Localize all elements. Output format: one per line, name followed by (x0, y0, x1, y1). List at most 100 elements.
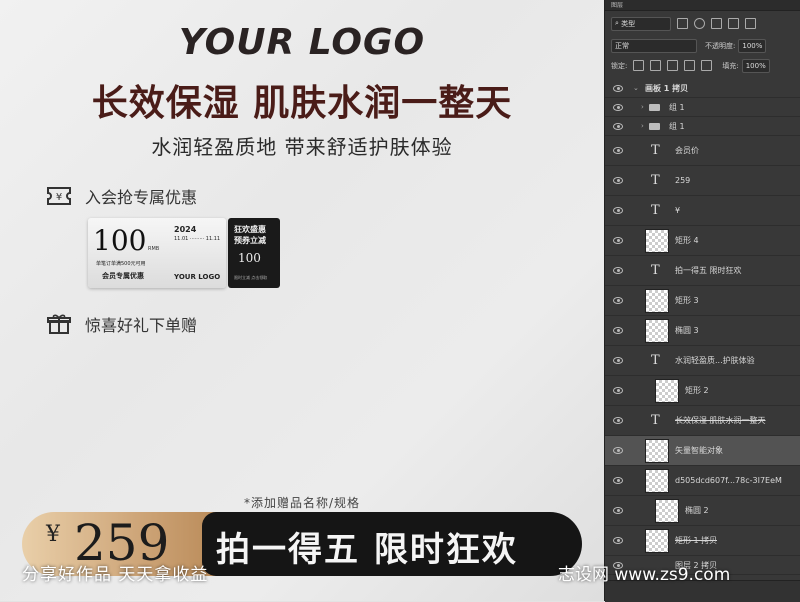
lock-move-icon[interactable] (667, 60, 679, 71)
coupon-year: 2024 (174, 225, 197, 234)
coupon-main: 100 RMB 2024 11.01 ········· 11.11 单笔订单满… (88, 218, 226, 288)
coupon-card: 100 RMB 2024 11.01 ········· 11.11 单笔订单满… (88, 218, 280, 288)
fill-input[interactable]: 100% (741, 58, 770, 73)
gift-icon (45, 312, 73, 336)
coupon-dates: 11.01 ········· 11.11 (174, 236, 221, 242)
filter-adjust-icon[interactable] (694, 18, 705, 29)
layer-row[interactable]: T 拍一得五 限时狂欢 (605, 256, 800, 286)
coupon-stub-amount: 100 (238, 251, 261, 265)
visibility-eye-icon[interactable] (613, 147, 623, 154)
layer-row[interactable]: T 会员价 (605, 136, 800, 166)
lock-pixels-icon[interactable] (633, 60, 645, 71)
headline: 长效保湿 肌肤水润一整天 (91, 82, 513, 124)
text-layer-icon: T (651, 203, 660, 218)
coupon-stub: 狂欢盛惠 预券立减 100 限时立减 点击领取 (228, 218, 280, 288)
visibility-eye-icon[interactable] (613, 297, 623, 304)
layer-row[interactable]: 矩形 2 (605, 376, 800, 406)
filter-shape-icon[interactable] (728, 18, 739, 29)
filter-kind-select[interactable]: ⌕ 类型 (611, 16, 671, 31)
filter-smart-icon[interactable] (745, 18, 756, 29)
text-layer-icon: T (651, 413, 660, 428)
coupon-name: 会员专属优惠 (102, 272, 144, 280)
layer-thumbnail (645, 438, 669, 463)
layer-name: 矩形 2 (685, 386, 709, 395)
visibility-eye-icon[interactable] (613, 237, 623, 244)
visibility-eye-icon[interactable] (613, 387, 623, 394)
chevron-right-icon[interactable]: › (641, 122, 644, 130)
layer-row[interactable]: 矩形 3 (605, 286, 800, 316)
visibility-eye-icon[interactable] (613, 84, 623, 92)
layer-name: 组 1 (669, 121, 685, 131)
layer-name: 椭圆 2 (685, 506, 709, 515)
chevron-down-icon[interactable]: ⌄ (633, 84, 639, 92)
layer-row[interactable]: d505dcd607f...78c-3I7EeM (605, 466, 800, 496)
text-layer-icon: T (651, 173, 660, 188)
layer-name: 会员价 (675, 146, 699, 155)
layer-row[interactable]: 矩形 1 拷贝 (605, 526, 800, 556)
blend-mode-select[interactable]: 正常 (611, 38, 697, 53)
layer-name: 长效保湿 肌肤水润一整天 (675, 416, 766, 425)
visibility-eye-icon[interactable] (613, 507, 623, 514)
slogan-bar: 拍一得五 限时狂欢 (202, 512, 582, 576)
layer-thumbnail (645, 288, 669, 313)
layer-name: 组 1 (669, 102, 685, 112)
visibility-eye-icon[interactable] (613, 477, 623, 484)
layers-panel: 图层 ⌕ 类型 正常 不透明度: 100% 锁定: 填充: 100% ⌄ 画板 … (604, 0, 800, 602)
layer-thumbnail (645, 528, 669, 553)
layer-artboard[interactable]: ⌄ 画板 1 拷贝 (605, 79, 800, 98)
ticket-yen-icon: ¥ (45, 184, 73, 208)
lock-artboard-icon[interactable] (684, 60, 696, 71)
tab-layers[interactable]: 图层 (611, 1, 623, 11)
coupon-condition: 单笔订单满500元可用 (96, 261, 146, 267)
layer-row[interactable]: 矩形 4 (605, 226, 800, 256)
layer-row[interactable]: T 长效保湿 肌肤水润一整天 (605, 406, 800, 436)
layer-name: 拍一得五 限时狂欢 (675, 266, 742, 275)
visibility-eye-icon[interactable] (613, 122, 623, 130)
subheadline: 水润轻盈质地 带来舒适护肤体验 (151, 135, 453, 159)
layer-name: 水润轻盈质...护肤体验 (675, 356, 755, 365)
text-layer-icon: T (651, 263, 660, 278)
visibility-eye-icon[interactable] (613, 417, 623, 424)
layer-name: 矩形 3 (675, 296, 699, 305)
lock-label: 锁定: (611, 61, 628, 70)
layer-row[interactable]: T ¥ (605, 196, 800, 226)
lock-row: 锁定: 填充: 100% (605, 57, 800, 74)
slogan-text: 拍一得五 限时狂欢 (216, 530, 518, 570)
perk-gift: 惊喜好礼下单赠 (45, 312, 197, 336)
visibility-eye-icon[interactable] (613, 537, 623, 544)
text-layer-icon: T (651, 143, 660, 158)
layer-name: 矢量智能对象 (675, 446, 723, 455)
visibility-eye-icon[interactable] (613, 103, 623, 111)
layer-thumbnail (655, 498, 679, 523)
layer-name: 矩形 1 拷贝 (675, 536, 718, 545)
filter-pixel-icon[interactable] (677, 18, 688, 29)
layer-row[interactable]: T 水润轻盈质...护肤体验 (605, 346, 800, 376)
chevron-right-icon[interactable]: › (641, 103, 644, 111)
lock-all-icon[interactable] (701, 60, 713, 71)
layer-row[interactable]: 椭圆 2 (605, 496, 800, 526)
opacity-input[interactable]: 100% (738, 38, 767, 53)
visibility-eye-icon[interactable] (613, 447, 623, 454)
visibility-eye-icon[interactable] (613, 327, 623, 334)
visibility-eye-icon[interactable] (613, 267, 623, 274)
coupon-unit: RMB (148, 246, 160, 252)
layer-row[interactable]: T 259 (605, 166, 800, 196)
layer-row[interactable]: 椭圆 3 (605, 316, 800, 346)
lock-brush-icon[interactable] (650, 60, 662, 71)
coupon-amount: 100 (93, 224, 147, 257)
visibility-eye-icon[interactable] (613, 357, 623, 364)
filter-text-icon[interactable] (711, 18, 722, 29)
filter-kind-label: 类型 (621, 19, 636, 28)
layer-list: ⌄ 画板 1 拷贝 › 组 1 › 组 1 T 会员价 T 259 T ¥ 矩形… (605, 79, 800, 575)
visibility-eye-icon[interactable] (613, 177, 623, 184)
visibility-eye-icon[interactable] (613, 207, 623, 214)
layer-row-selected[interactable]: 矢量智能对象 (605, 436, 800, 466)
layer-row[interactable]: › 组 1 (605, 117, 800, 136)
perk-label: 入会抢专属优惠 (85, 188, 198, 207)
logo-text: YOUR LOGO (178, 22, 426, 63)
panel-tabbar: 图层 (605, 0, 800, 11)
artboard-name: 画板 1 拷贝 (645, 83, 689, 93)
layer-thumbnail (645, 468, 669, 493)
design-canvas[interactable]: YOUR LOGO 长效保湿 肌肤水润一整天 水润轻盈质地 带来舒适护肤体验 ¥… (0, 0, 604, 601)
layer-row[interactable]: › 组 1 (605, 98, 800, 117)
